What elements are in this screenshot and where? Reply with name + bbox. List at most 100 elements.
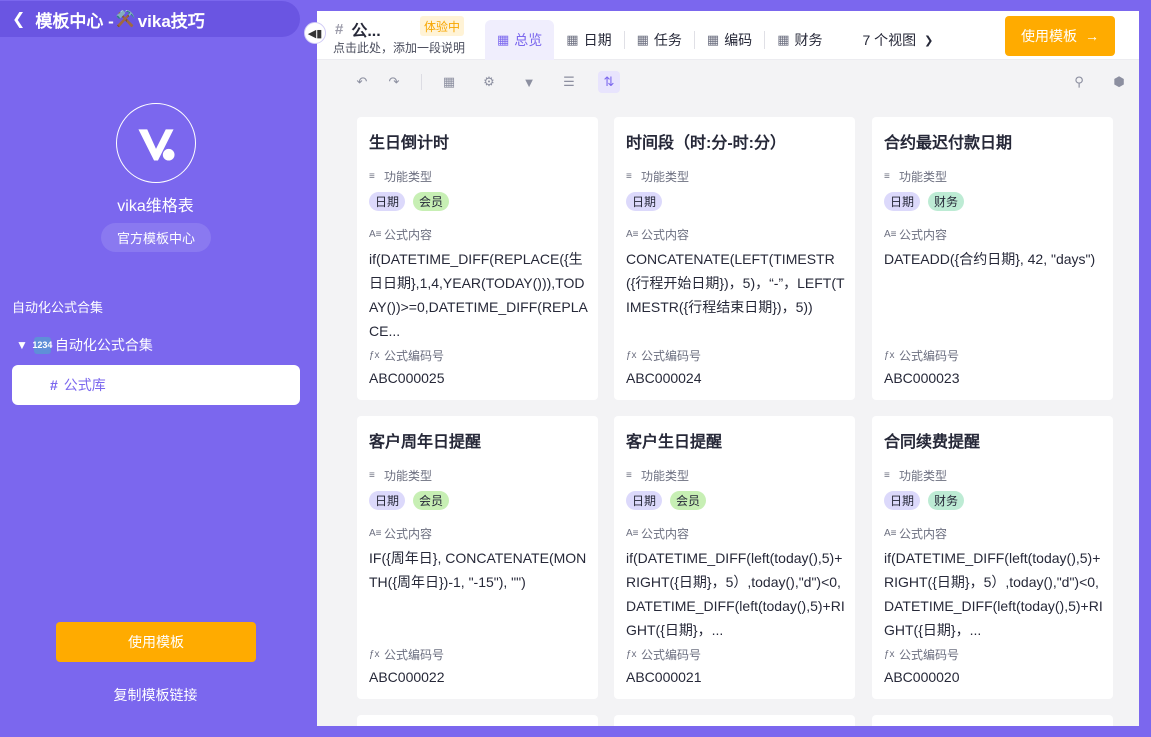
record-card[interactable] <box>872 715 1113 726</box>
formula-code: ABC000025 <box>369 370 445 386</box>
views-count: 7 个视图 <box>862 32 917 48</box>
card-title: 客户周年日提醒 <box>369 434 482 451</box>
undo-icon[interactable]: ↶ <box>351 71 373 93</box>
formula-code: ABC000020 <box>884 669 960 685</box>
tag-list: 日期 会员 <box>369 491 450 510</box>
field-label: 功能类型 <box>641 170 690 184</box>
field-code-label: ƒx 公式编码号 <box>369 646 444 663</box>
field-content-label: A≡ 公式内容 <box>626 525 689 542</box>
card-title: 生日倒计时 <box>369 135 450 152</box>
list-icon: ≡ <box>884 470 890 481</box>
folder-automation-formulas[interactable]: ▼ 1234 自动化公式合集 <box>16 335 153 355</box>
gear-icon[interactable]: ⚙ <box>478 71 500 93</box>
field-type-label: ≡ 功能类型 <box>626 467 689 484</box>
datasheet-name: 公... <box>351 23 381 40</box>
field-label: 功能类型 <box>384 469 433 483</box>
layout-icon[interactable]: ▦ <box>438 71 460 93</box>
redo-icon[interactable]: ↷ <box>383 71 405 93</box>
field-code-label: ƒx 公式编码号 <box>884 347 959 364</box>
vika-logo-icon <box>116 103 196 183</box>
field-type-label: ≡ 功能类型 <box>884 168 947 185</box>
datasheet-title[interactable]: # 公... <box>335 17 381 41</box>
collapse-sidebar-icon[interactable]: ◀▮ <box>304 22 326 44</box>
record-card[interactable] <box>614 715 855 726</box>
record-card[interactable]: 客户周年日提醒 ≡ 功能类型 日期 会员 A≡ 公式内容 IF({周年日}, CON… <box>357 416 598 699</box>
formula-code: ABC000024 <box>626 370 702 386</box>
tag-date: 日期 <box>884 491 921 510</box>
cube-icon[interactable]: ⬢ <box>1108 71 1130 93</box>
views-dropdown[interactable]: 7 个视图 ❯ <box>834 20 945 60</box>
template-center-header[interactable]: ❮ 模板中心 - ⚒️ vika技巧 <box>0 1 300 37</box>
field-code-label: ƒx 公式编码号 <box>626 347 701 364</box>
chevron-down-icon: ❯ <box>924 34 934 47</box>
filter-icon[interactable]: ▼ <box>518 71 540 93</box>
datasheet-description[interactable]: 点击此处，添加一段说明 <box>333 39 465 56</box>
list-icon: ≡ <box>369 171 375 182</box>
text-icon: A≡ <box>626 528 639 539</box>
topbar: # 公... 体验中 点击此处，添加一段说明 ▦ 总览 ▦ 日期 ▦ 任务 ▦ … <box>317 11 1139 60</box>
toolbar-divider <box>421 74 422 90</box>
formula-content: if(DATETIME_DIFF(REPLACE({生日日期},1,4,YEAR… <box>369 251 588 339</box>
sort-icon[interactable]: ⇅ <box>598 71 620 93</box>
tag-finance: 财务 <box>928 192 965 211</box>
tab-label: 日期 <box>583 32 612 48</box>
field-label: 功能类型 <box>899 469 948 483</box>
card-title: 合约最迟付款日期 <box>884 135 1013 152</box>
tab-label: 编码 <box>724 32 753 48</box>
trial-badge: 体验中 <box>420 16 465 36</box>
field-label: 公式内容 <box>384 228 433 242</box>
tag-date: 日期 <box>369 491 406 510</box>
list-icon: ≡ <box>626 171 632 182</box>
field-label: 公式编码号 <box>641 349 702 363</box>
tab-task[interactable]: ▦ 任务 <box>625 20 694 60</box>
formula-code: ABC000021 <box>626 669 702 685</box>
formula-content: if(DATETIME_DIFF(left(today(),5)+RIGHT({… <box>626 550 845 638</box>
use-template-button[interactable]: 使用模板 <box>56 622 256 662</box>
triangle-down-icon[interactable]: ▼ <box>16 338 28 352</box>
group-icon[interactable]: ☰ <box>558 71 580 93</box>
search-icon[interactable]: ⚲ <box>1068 71 1090 93</box>
formula-content: CONCATENATE(LEFT(TIMESTR({行程开始日期})，5)，“-… <box>626 251 845 315</box>
sidebar-item-label: 公式库 <box>63 377 106 393</box>
sidebar-item-formula-library[interactable]: # 公式库 <box>12 365 300 405</box>
tag-finance: 财务 <box>928 491 965 510</box>
tab-date[interactable]: ▦ 日期 <box>554 20 623 60</box>
view-tabs: ▦ 总览 ▦ 日期 ▦ 任务 ▦ 编码 ▦ 财务 7 个视图 ❯ <box>485 20 945 60</box>
chevron-left-icon[interactable]: ❮ <box>12 9 25 29</box>
field-content-label: A≡ 公式内容 <box>369 525 432 542</box>
tag-date: 日期 <box>626 491 663 510</box>
field-label: 功能类型 <box>899 170 948 184</box>
record-card[interactable]: 合约最迟付款日期 ≡ 功能类型 日期 财务 A≡ 公式内容 DATEADD({合约日… <box>872 117 1113 400</box>
gallery-icon: ▦ <box>777 32 790 47</box>
card-title: 客户生日提醒 <box>626 434 723 451</box>
field-content-label: A≡ 公式内容 <box>626 226 689 243</box>
datasheet-icon: # <box>335 20 344 38</box>
use-template-button[interactable]: 使用模板 → <box>1005 16 1115 56</box>
tab-finance[interactable]: ▦ 财务 <box>765 20 834 60</box>
card-title: 合同续费提醒 <box>884 434 981 451</box>
record-card[interactable]: 生日倒计时 ≡ 功能类型 日期 会员 A≡ 公式内容 if(DATETIME_DIF… <box>357 117 598 400</box>
copy-template-link[interactable]: 复制模板链接 <box>0 685 311 705</box>
record-card[interactable]: 时间段（时:分-时:分） ≡ 功能类型 日期 A≡ 公式内容 CONCATENATE… <box>614 117 855 400</box>
tag-list: 日期 会员 <box>626 491 707 510</box>
formula-icon: ƒx <box>626 350 637 361</box>
use-template-label: 使用模板 <box>1021 28 1077 44</box>
gallery-icon: ▦ <box>497 32 510 47</box>
tab-overview[interactable]: ▦ 总览 <box>485 20 555 60</box>
tag-list: 日期 会员 <box>369 192 450 211</box>
field-label: 功能类型 <box>641 469 690 483</box>
field-label: 公式编码号 <box>384 349 445 363</box>
field-label: 公式内容 <box>384 527 433 541</box>
field-label: 功能类型 <box>384 170 433 184</box>
record-card[interactable] <box>357 715 598 726</box>
text-icon: A≡ <box>884 528 897 539</box>
tab-code[interactable]: ▦ 编码 <box>695 20 764 60</box>
record-card[interactable]: 合同续费提醒 ≡ 功能类型 日期 财务 A≡ 公式内容 if(DATETIME_DI… <box>872 416 1113 699</box>
field-code-label: ƒx 公式编码号 <box>369 347 444 364</box>
record-card[interactable]: 客户生日提醒 ≡ 功能类型 日期 会员 A≡ 公式内容 if(DATETIME_DI… <box>614 416 855 699</box>
formula-icon: ƒx <box>369 649 380 660</box>
field-type-label: ≡ 功能类型 <box>369 168 432 185</box>
formula-icon: ƒx <box>884 350 895 361</box>
field-label: 公式编码号 <box>899 349 960 363</box>
field-type-label: ≡ 功能类型 <box>369 467 432 484</box>
